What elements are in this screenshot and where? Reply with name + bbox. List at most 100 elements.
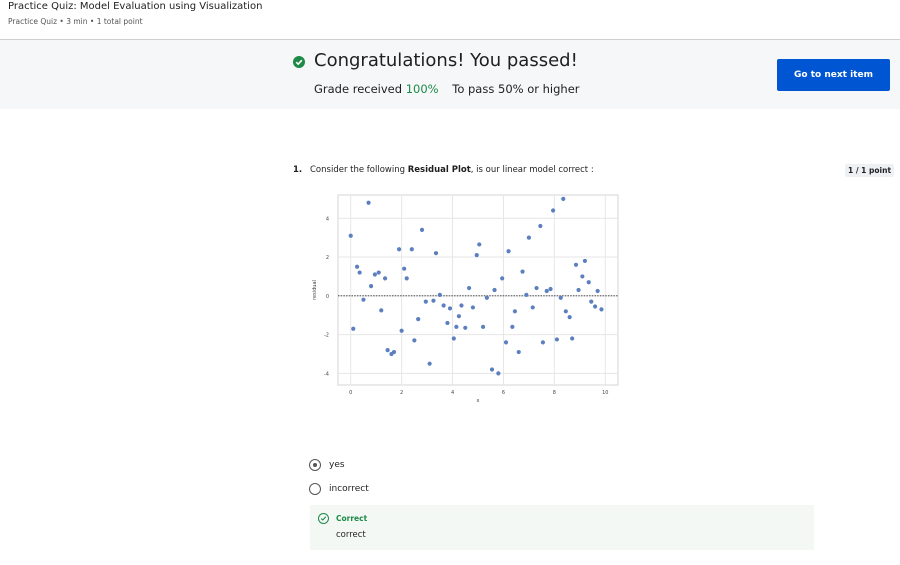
y-tick-label: 0	[326, 294, 329, 300]
quiz-title: Practice Quiz: Model Evaluation using Vi…	[8, 1, 263, 12]
scatter-point	[404, 276, 409, 281]
scatter-point	[506, 249, 511, 254]
x-tick-label: 0	[349, 390, 352, 396]
scatter-point	[409, 247, 414, 252]
x-tick-label: 2	[400, 390, 403, 396]
scatter-point	[354, 264, 360, 269]
radio-selected-icon[interactable]	[309, 459, 321, 471]
scatter-point	[366, 200, 371, 205]
scatter-point	[391, 349, 397, 355]
scatter-point	[463, 325, 468, 330]
option-yes[interactable]: yes	[309, 459, 345, 471]
scatter-point	[589, 299, 594, 304]
scatter-point	[548, 286, 553, 292]
scatter-point	[372, 272, 378, 277]
scatter-point	[454, 324, 459, 329]
y-tick-label: 2	[326, 255, 329, 261]
grade-label: Grade received	[314, 82, 403, 96]
scatter-point	[484, 295, 490, 300]
y-axis-label: residual	[312, 280, 318, 300]
check-circle-outline-icon	[318, 513, 329, 524]
x-tick-label: 6	[502, 390, 505, 396]
scatter-point	[477, 242, 482, 247]
question-text: Consider the following Residual Plot, is…	[310, 165, 594, 175]
scatter-point	[576, 287, 581, 293]
grade-value: 100%	[405, 82, 439, 96]
scatter-point	[427, 361, 432, 366]
x-tick-label: 4	[451, 390, 454, 396]
scatter-point	[416, 316, 421, 322]
scatter-point	[437, 292, 442, 297]
scatter-point	[534, 285, 539, 291]
scatter-point	[368, 284, 374, 289]
option-label: incorrect	[329, 484, 369, 494]
scatter-point	[382, 276, 388, 281]
scatter-point	[582, 258, 588, 264]
scatter-point	[500, 276, 505, 281]
scatter-point	[447, 306, 453, 311]
points-badge: 1 / 1 point	[845, 164, 895, 177]
option-incorrect[interactable]: incorrect	[309, 483, 369, 495]
scatter-point	[445, 320, 450, 326]
scatter-point	[396, 247, 402, 252]
y-tick-label: -2	[324, 333, 329, 339]
scatter-point	[456, 314, 462, 319]
scatter-point	[570, 336, 575, 341]
scatter-point	[351, 326, 356, 331]
next-item-button[interactable]: Go to next item	[777, 59, 890, 91]
y-tick-label: -4	[324, 371, 329, 377]
feedback-box: Correct correct	[310, 505, 814, 550]
x-tick-label: 10	[602, 390, 608, 396]
option-label: yes	[329, 460, 345, 470]
scatter-point	[466, 285, 472, 291]
scatter-point	[520, 269, 525, 274]
question-text-bold: Residual Plot	[407, 165, 471, 175]
pass-threshold: To pass 50% or higher	[452, 82, 580, 96]
scatter-point	[431, 298, 436, 303]
scatter-point	[580, 274, 585, 279]
quiz-header: Practice Quiz: Model Evaluation using Vi…	[0, 0, 900, 40]
scatter-point	[489, 367, 495, 372]
scatter-point	[592, 304, 598, 309]
scatter-point	[558, 295, 563, 300]
quiz-meta: Practice Quiz • 3 min • 1 total point	[8, 17, 143, 26]
scatter-point	[459, 303, 464, 308]
scatter-point	[538, 223, 543, 229]
scatter-point	[402, 266, 407, 271]
y-tick-label: 4	[326, 216, 329, 222]
feedback-title: Correct	[336, 514, 368, 523]
scatter-point	[399, 328, 404, 333]
scatter-point	[480, 324, 486, 329]
scatter-point	[524, 292, 529, 297]
question-text-end: , is our linear model correct :	[470, 165, 594, 175]
scatter-point	[526, 235, 532, 240]
scatter-point	[561, 196, 566, 201]
scatter-point	[496, 371, 501, 376]
scatter-point	[412, 338, 417, 343]
scatter-point	[376, 270, 381, 275]
plot-frame	[337, 194, 619, 386]
scatter-point	[451, 336, 456, 341]
x-tick-label: 8	[553, 390, 556, 396]
scatter-point	[474, 253, 479, 258]
scatter-point	[573, 262, 579, 267]
scatter-point	[385, 348, 390, 353]
scatter-point	[492, 287, 497, 293]
scatter-point	[516, 349, 521, 355]
scatter-point	[512, 309, 518, 314]
pass-message: Congratulations! You passed!	[314, 50, 578, 71]
scatter-point	[348, 233, 353, 238]
scatter-point	[357, 270, 362, 275]
scatter-point	[510, 324, 515, 329]
radio-unselected-icon[interactable]	[309, 483, 321, 495]
scatter-point	[530, 305, 535, 310]
scatter-point	[595, 288, 600, 294]
scatter-point	[563, 309, 568, 314]
scatter-point	[599, 307, 604, 312]
scatter-point	[441, 303, 446, 308]
scatter-point	[423, 299, 428, 304]
grade-summary: Grade received 100% To pass 50% or highe…	[314, 82, 580, 96]
check-circle-icon	[293, 56, 305, 68]
scatter-point	[544, 288, 549, 294]
scatter-point	[433, 251, 439, 256]
